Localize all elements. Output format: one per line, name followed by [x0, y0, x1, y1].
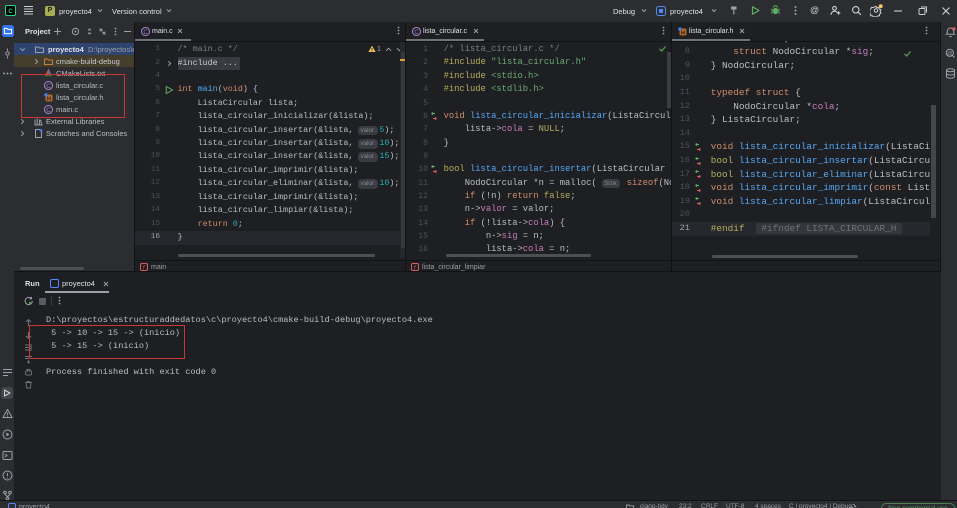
svg-text:@: @ [947, 51, 953, 57]
svg-text:C: C [143, 30, 148, 36]
svg-text:C: C [414, 30, 419, 36]
svg-text:H: H [681, 31, 685, 36]
svg-text:f: f [142, 264, 145, 271]
svg-text:C: C [8, 9, 13, 15]
svg-text:f: f [413, 264, 416, 271]
